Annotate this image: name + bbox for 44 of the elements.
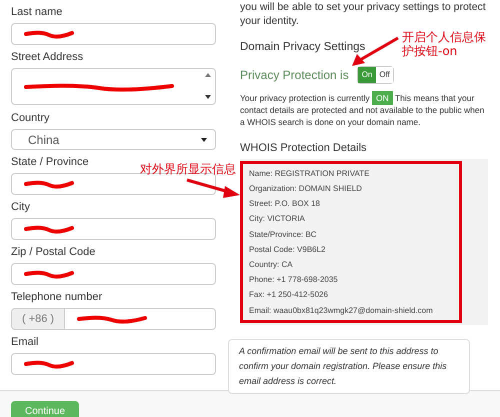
- annotation-text: 对外界所显示信息: [140, 161, 236, 178]
- redaction-scribble: [24, 224, 74, 234]
- country-select[interactable]: China: [11, 129, 216, 150]
- redaction-scribble: [24, 359, 74, 369]
- field-label: Last name: [11, 6, 62, 19]
- scroll-arrows-icon: [205, 73, 211, 99]
- redaction-scribble: [77, 314, 148, 324]
- input-field[interactable]: [11, 353, 216, 375]
- input-field[interactable]: [11, 173, 216, 195]
- whois-line: City: VICTORIA: [249, 213, 306, 226]
- input-field[interactable]: [11, 23, 216, 45]
- whois-line: Street: P.O. BOX 18: [249, 198, 321, 210]
- whois-line: Name: REGISTRATION PRIVATE: [249, 168, 370, 180]
- privacy-toggle[interactable]: On Off: [356, 66, 394, 84]
- whois-line: Postal Code: V9B6L2: [249, 244, 326, 256]
- email-note-popover: A confirmation email will be sent to this address to confirm your domain registration. Please ensure this email address is correct.: [228, 338, 470, 394]
- whois-line: Email: waau0bx81q23wmgk27@domain-shield.com: [249, 304, 434, 317]
- field-label: State / Province: [11, 156, 89, 169]
- caret-icon: [201, 138, 207, 142]
- whois-line: Fax: +1 250-412-5026: [249, 289, 329, 302]
- field-label: Country: [11, 112, 50, 125]
- redaction-scribble: [24, 29, 74, 39]
- redaction-scribble: [24, 179, 74, 189]
- input-field[interactable]: [11, 263, 216, 285]
- toggle-label: Privacy Protection is: [240, 67, 349, 84]
- redaction-scribble: [24, 269, 74, 279]
- intro-text: you will be able to set your privacy settings to protect your identity.: [240, 0, 487, 28]
- whois-line: Country: CA: [249, 258, 294, 271]
- field-label: Zip / Postal Code: [11, 246, 96, 259]
- field-label: Telephone number: [11, 291, 102, 304]
- whois-heading: WHOIS Protection Details: [240, 141, 368, 156]
- section-heading: Domain Privacy Settings: [240, 40, 366, 55]
- address-textarea[interactable]: [11, 68, 216, 105]
- phone-field[interactable]: [65, 308, 216, 330]
- annotation-text: 开启个人信息保护按钮-on: [402, 30, 487, 58]
- field-label: Street Address: [11, 51, 84, 64]
- field-label: City: [11, 201, 30, 214]
- phone-prefix: ( +86 ): [11, 308, 66, 330]
- input-field[interactable]: [11, 218, 216, 240]
- whois-line: Phone: +1 778-698-2035: [249, 274, 339, 286]
- whois-line: Organization: DOMAIN SHIELD: [249, 182, 363, 195]
- status-text: Your privacy protection is currently ON This means that your contact details are protected and not available to the public when a WHOIS search is done on your domain name.: [240, 92, 486, 128]
- whois-line: State/Province: BC: [249, 228, 318, 241]
- field-label: Email: [11, 336, 39, 349]
